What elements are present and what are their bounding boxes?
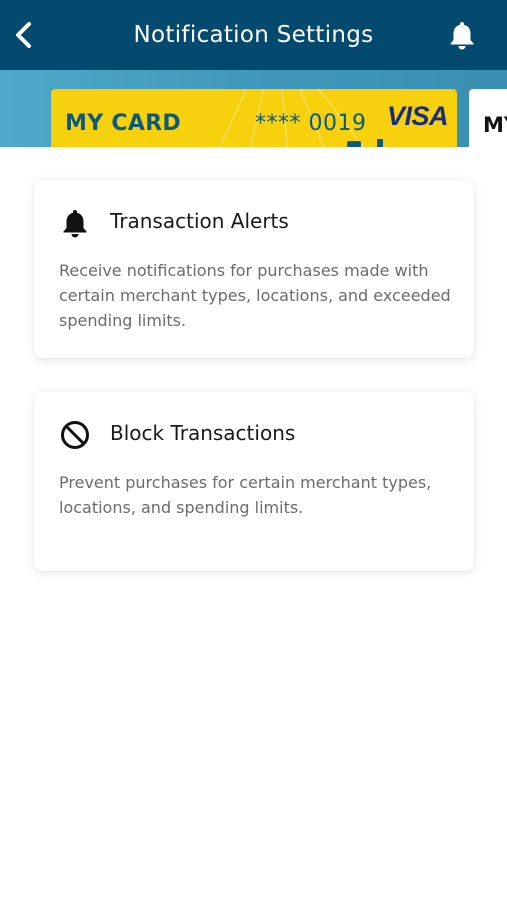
block-icon xyxy=(61,421,89,449)
option-title: Transaction Alerts xyxy=(110,209,289,233)
block-transactions-option[interactable]: Block Transactions Prevent purchases for… xyxy=(34,392,474,571)
option-description: Prevent purchases for certain merchant t… xyxy=(59,473,432,517)
option-description: Receive notifications for purchases made… xyxy=(59,261,451,330)
transaction-alerts-option[interactable]: Transaction Alerts Receive notifications… xyxy=(34,180,474,358)
notifications-button[interactable] xyxy=(445,16,479,54)
card-carousel[interactable]: MY CARD **** 0019 VISA MY xyxy=(0,70,507,147)
bell-icon xyxy=(63,210,87,238)
card-graphic xyxy=(377,139,383,147)
card-name: MY xyxy=(483,113,507,137)
option-title: Block Transactions xyxy=(110,421,296,445)
option-icon xyxy=(58,418,92,452)
card-graphic xyxy=(347,141,361,147)
app-header: Notification Settings xyxy=(0,0,507,70)
card-my-card[interactable]: MY CARD **** 0019 VISA xyxy=(51,89,457,147)
visa-logo: VISA xyxy=(387,101,449,131)
bell-icon xyxy=(450,22,474,50)
page-title: Notification Settings xyxy=(133,22,374,48)
card-next[interactable]: MY xyxy=(469,89,507,147)
card-number: **** 0019 xyxy=(255,111,367,136)
option-icon xyxy=(58,206,92,240)
card-name: MY CARD xyxy=(65,111,181,136)
